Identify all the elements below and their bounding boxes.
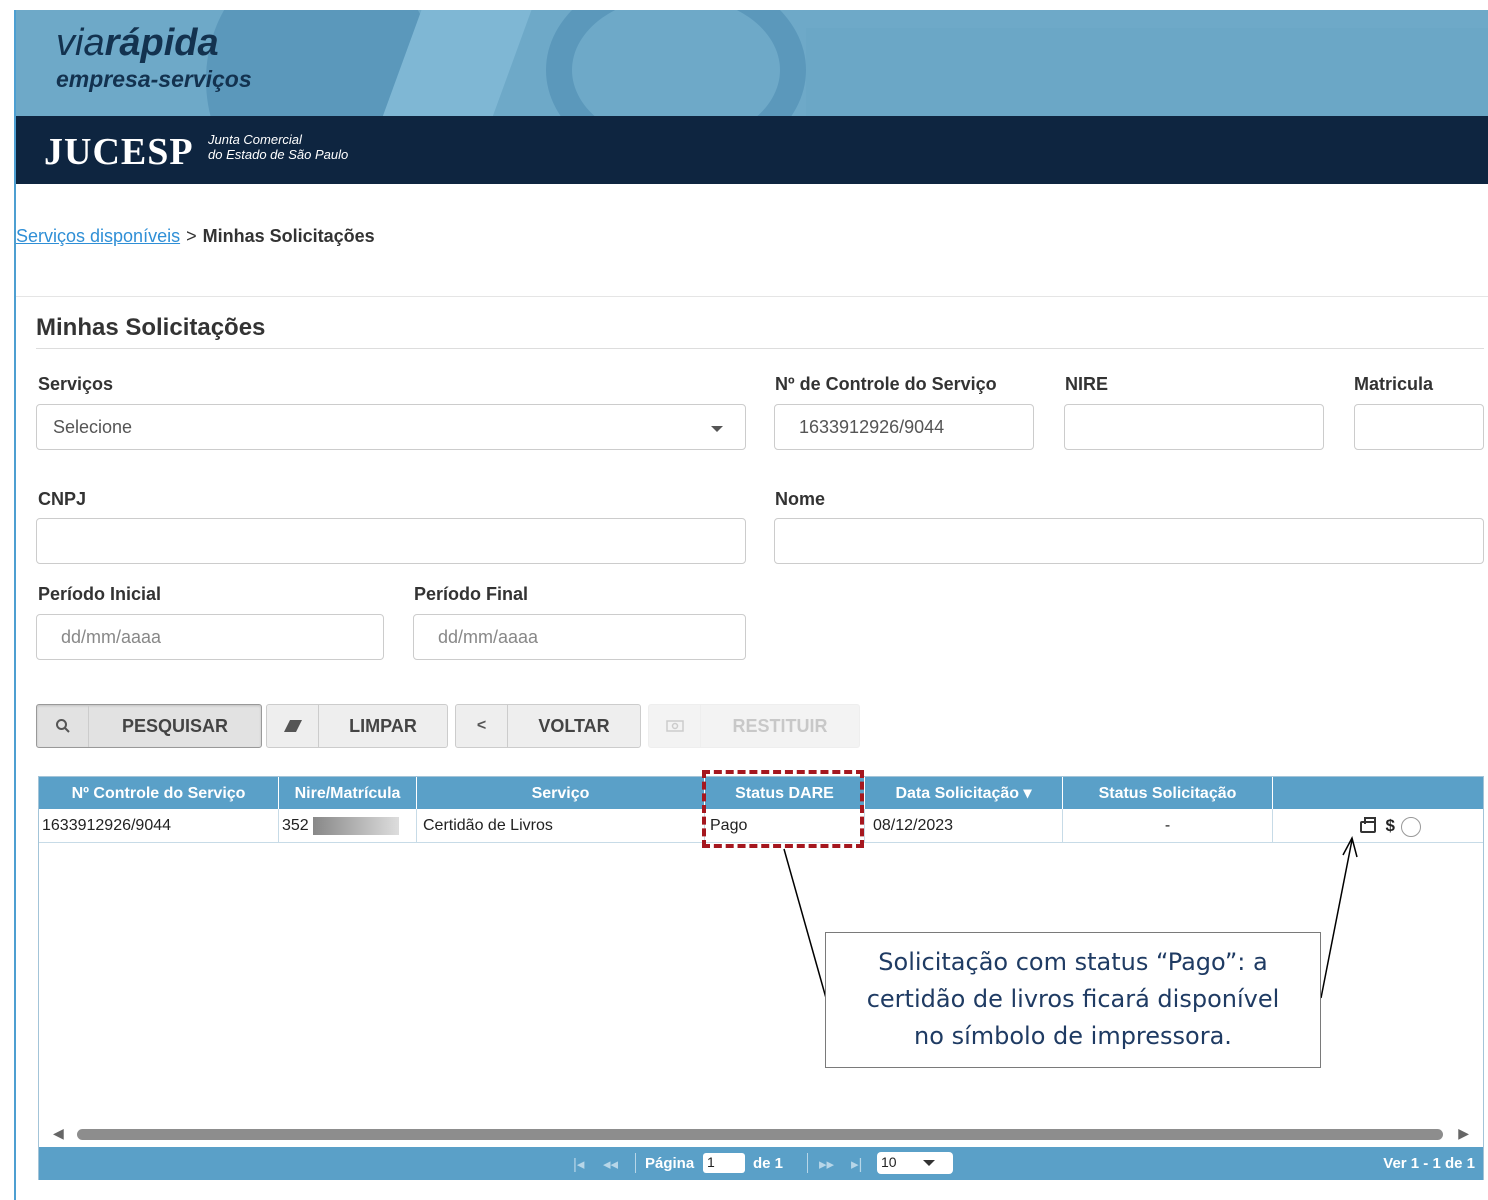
breadcrumb-link-servicos[interactable]: Serviços disponíveis [16, 226, 180, 246]
nire-label: NIRE [1065, 374, 1109, 394]
nome-input[interactable] [774, 518, 1484, 564]
nome-label: Nome [775, 489, 826, 509]
logo-via-text: via [56, 22, 105, 64]
page-total-label: de 1 [753, 1155, 784, 1172]
logo-rapida-text: rápida [104, 22, 219, 64]
chevron-left-icon: < [456, 705, 508, 747]
limpar-label: LIMPAR [349, 715, 417, 736]
last-page-icon[interactable]: ▸| [851, 1155, 862, 1173]
eraser-icon [267, 705, 319, 747]
column-header[interactable]: Nire/Matrícula [279, 777, 417, 809]
restituir-label: RESTITUIR [732, 715, 828, 736]
cnpj-label: CNPJ [38, 489, 87, 509]
column-header[interactable]: Status Solicitação [1063, 777, 1273, 809]
pagina-label: Página [645, 1155, 695, 1172]
breadcrumb-current: Minhas Solicitações [202, 226, 375, 246]
callout-line: Solicitação com status “Pago”: a [878, 948, 1268, 976]
pager-summary: Ver 1 - 1 de 1 [1383, 1155, 1475, 1172]
cell-status-solicitacao: - [1063, 809, 1273, 843]
nire-input[interactable] [1064, 404, 1324, 450]
org-logo: JUCESP [44, 131, 194, 173]
caret-down-icon [711, 426, 723, 432]
periodo-inicial-input[interactable]: dd/mm/aaaa [36, 614, 384, 660]
org-subtitle-line1: Junta Comercial [208, 132, 302, 147]
page-title: Minhas Solicitações [36, 314, 266, 341]
scrollbar-thumb[interactable] [77, 1129, 1443, 1140]
pager: |◂ ◂◂ Página 1 de 1 ▸▸ ▸| 10 Ver 1 - 1 d… [39, 1147, 1483, 1180]
column-header-label: Data Solicitação [895, 785, 1020, 802]
page-size-select[interactable]: 10 [877, 1152, 953, 1174]
scroll-right-icon[interactable]: ▶ [1458, 1125, 1469, 1142]
periodo-final-input[interactable]: dd/mm/aaaa [413, 614, 746, 660]
search-icon [37, 705, 89, 747]
dollar-icon[interactable]: $ [1386, 816, 1395, 835]
controle-label: Nº de Controle do Serviço [775, 374, 997, 394]
cell-nire: 352 [279, 809, 417, 843]
printer-icon[interactable] [1359, 816, 1376, 833]
breadcrumb-separator: > [186, 226, 197, 246]
servicos-label: Serviços [38, 374, 114, 394]
page-number-input[interactable]: 1 [703, 1153, 745, 1173]
horizontal-scrollbar[interactable]: ◀ ▶ [39, 1123, 1483, 1145]
sort-desc-icon: ▾ [1023, 785, 1032, 802]
cell-actions: $ [1273, 809, 1483, 843]
matricula-input[interactable] [1354, 404, 1484, 450]
periodo-inicial-label: Período Inicial [38, 584, 162, 604]
scroll-left-icon[interactable]: ◀ [53, 1125, 64, 1142]
status-dare-highlight [702, 770, 864, 848]
org-subtitle-line2: do Estado de São Paulo [208, 147, 349, 162]
first-page-icon[interactable]: |◂ [573, 1155, 584, 1173]
org-bar: JUCESP Junta Comercial do Estado de São … [16, 116, 1488, 184]
logo-subtitle: empresa-serviços [56, 66, 252, 92]
annotation-callout: Solicitação com status “Pago”: a certidã… [825, 932, 1321, 1068]
checkbox-icon[interactable] [1401, 816, 1421, 837]
banner-decoration [806, 28, 1488, 116]
banner: viarápida empresa-serviços [16, 10, 1488, 116]
cell-controle: 1633912926/9044 [39, 809, 279, 843]
limpar-button[interactable]: LIMPAR [266, 704, 448, 748]
voltar-label: VOLTAR [538, 715, 610, 736]
cnpj-input[interactable] [36, 518, 746, 564]
pesquisar-button[interactable]: PESQUISAR [36, 704, 262, 748]
logo-viarapida: viarápida [56, 22, 219, 65]
camera-icon [649, 705, 701, 747]
caret-down-icon [923, 1160, 935, 1166]
banner-decoration [546, 10, 806, 116]
servicos-select-value: Selecione [53, 417, 133, 437]
column-header-sorted[interactable]: Data Solicitação ▾ [865, 777, 1063, 809]
periodo-final-label: Período Final [414, 584, 529, 604]
servicos-select[interactable]: Selecione [36, 404, 746, 450]
voltar-button[interactable]: < VOLTAR [455, 704, 641, 748]
controle-input[interactable]: 1633912926/9044 [774, 404, 1034, 450]
callout-line: certidão de livros ficará disponível [866, 985, 1280, 1013]
cell-nire-value: 352 [282, 817, 309, 834]
prev-page-icon[interactable]: ◂◂ [603, 1155, 618, 1173]
matricula-label: Matricula [1354, 374, 1434, 394]
column-header [1273, 777, 1483, 809]
column-header[interactable]: Serviço [417, 777, 705, 809]
cell-servico: Certidão de Livros [417, 809, 705, 843]
restituir-button[interactable]: RESTITUIR [648, 704, 860, 748]
next-page-icon[interactable]: ▸▸ [819, 1155, 834, 1173]
redacted-block [312, 816, 399, 835]
pesquisar-label: PESQUISAR [121, 715, 229, 736]
column-header[interactable]: Nº Controle do Serviço [39, 777, 279, 809]
divider [36, 348, 1484, 349]
callout-line: no símbolo de impressora. [914, 1022, 1232, 1050]
page-size-value: 10 [881, 1154, 897, 1170]
org-subtitle: Junta Comercial do Estado de São Paulo [208, 132, 348, 162]
cell-data: 08/12/2023 [865, 809, 1063, 843]
breadcrumb: Serviços disponíveis > Minhas Solicitações [16, 226, 375, 247]
